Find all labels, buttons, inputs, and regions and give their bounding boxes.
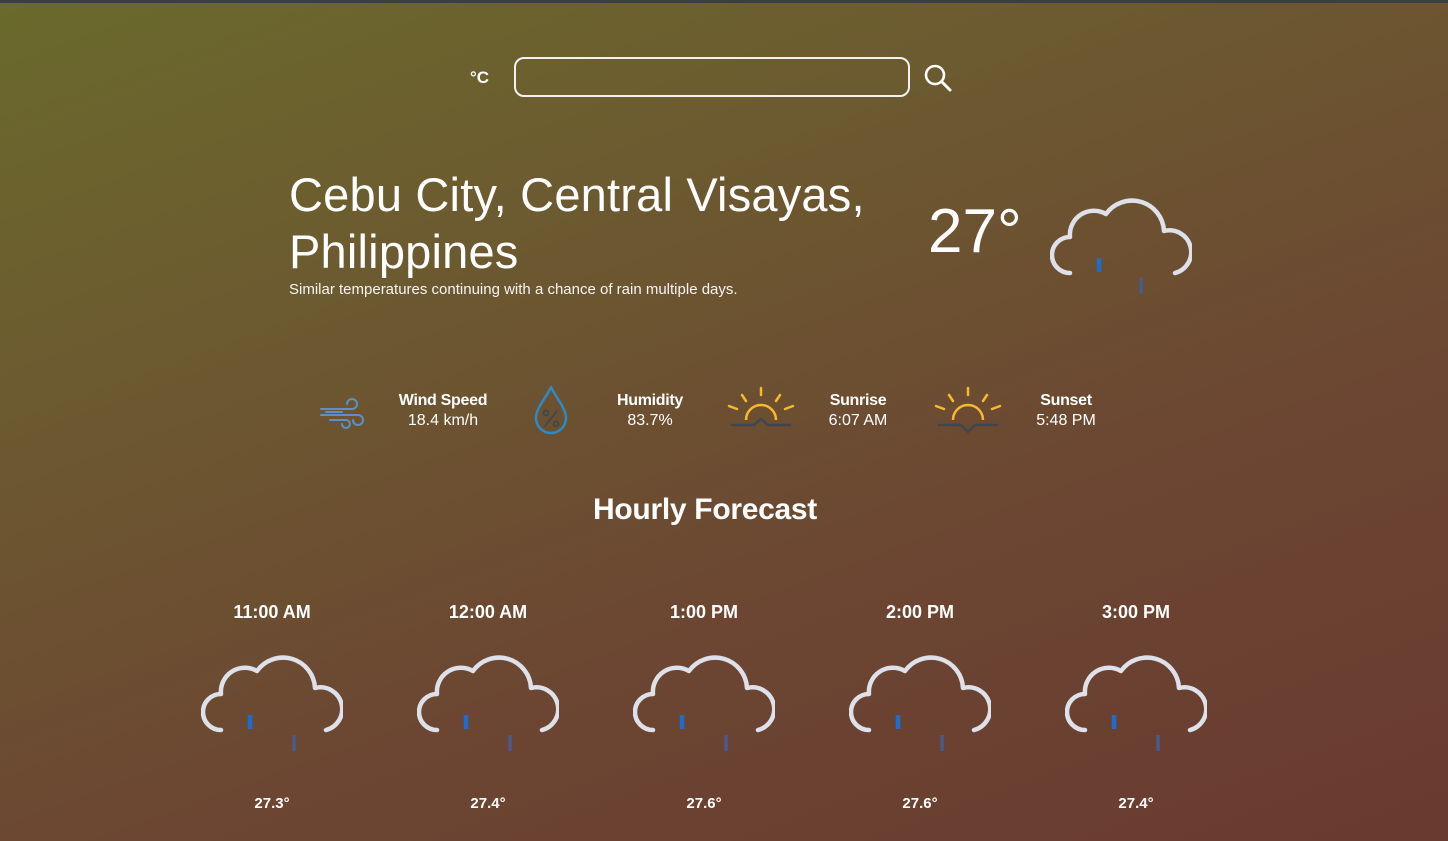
location-title: Cebu City, Central Visayas, Philippines xyxy=(289,168,865,278)
hourly-time: 1:00 PM xyxy=(669,602,739,622)
rain-cloud-icon xyxy=(417,655,559,751)
window-top-border xyxy=(0,0,1448,3)
search-icon xyxy=(924,64,952,92)
hourly-item: 2:00 PM 27.6° xyxy=(840,602,1000,812)
current-temperature: 27° xyxy=(928,197,1022,266)
hourly-temp: 27.4° xyxy=(1118,795,1154,812)
hourly-temp: 27.4° xyxy=(470,795,506,812)
stat-wind-speed: Wind Speed 18.4 km/h xyxy=(383,392,503,430)
stat-sunrise: Sunrise 6:07 AM xyxy=(798,392,918,430)
hourly-time: 12:00 AM xyxy=(448,602,528,622)
hourly-item: 11:00 AM 27.3° xyxy=(192,602,352,812)
stat-value: 18.4 km/h xyxy=(407,412,479,429)
rain-cloud-icon xyxy=(201,655,343,751)
rain-cloud-icon xyxy=(633,655,775,751)
sunset-icon xyxy=(934,386,1002,434)
hourly-temp: 27.3° xyxy=(254,795,290,812)
stat-sunset: Sunset 5:48 PM xyxy=(1006,392,1126,430)
hourly-time: 11:00 AM xyxy=(233,602,311,622)
hourly-item: 12:00 AM 27.4° xyxy=(408,602,568,812)
stat-value: 5:48 PM xyxy=(1036,412,1096,429)
unit-toggle[interactable]: °C xyxy=(470,68,489,88)
rain-cloud-icon xyxy=(1065,655,1207,751)
search-input[interactable] xyxy=(514,57,910,97)
stat-humidity: Humidity 83.7% xyxy=(590,392,710,430)
rain-cloud-icon xyxy=(849,655,991,751)
hourly-temp: 27.6° xyxy=(902,795,938,812)
hourly-forecast-title: Hourly Forecast xyxy=(593,493,817,526)
hourly-time: 2:00 PM xyxy=(885,602,955,622)
stat-label: Humidity xyxy=(616,392,684,409)
stat-label: Wind Speed xyxy=(398,392,488,409)
search-button[interactable] xyxy=(922,62,954,94)
wind-icon xyxy=(320,398,364,429)
rain-cloud-icon xyxy=(1050,198,1192,294)
hourly-item: 3:00 PM 27.4° xyxy=(1056,602,1216,812)
humidity-drop-icon xyxy=(534,385,568,435)
hourly-time: 3:00 PM xyxy=(1101,602,1171,622)
sunrise-icon xyxy=(727,386,795,427)
forecast-description: Similar temperatures continuing with a c… xyxy=(289,281,738,298)
stat-value: 6:07 AM xyxy=(828,412,888,429)
hourly-item: 1:00 PM 27.6° xyxy=(624,602,784,812)
stat-value: 83.7% xyxy=(627,412,673,429)
stat-label: Sunrise xyxy=(829,392,887,409)
hourly-temp: 27.6° xyxy=(686,795,722,812)
stat-label: Sunset xyxy=(1040,392,1092,409)
